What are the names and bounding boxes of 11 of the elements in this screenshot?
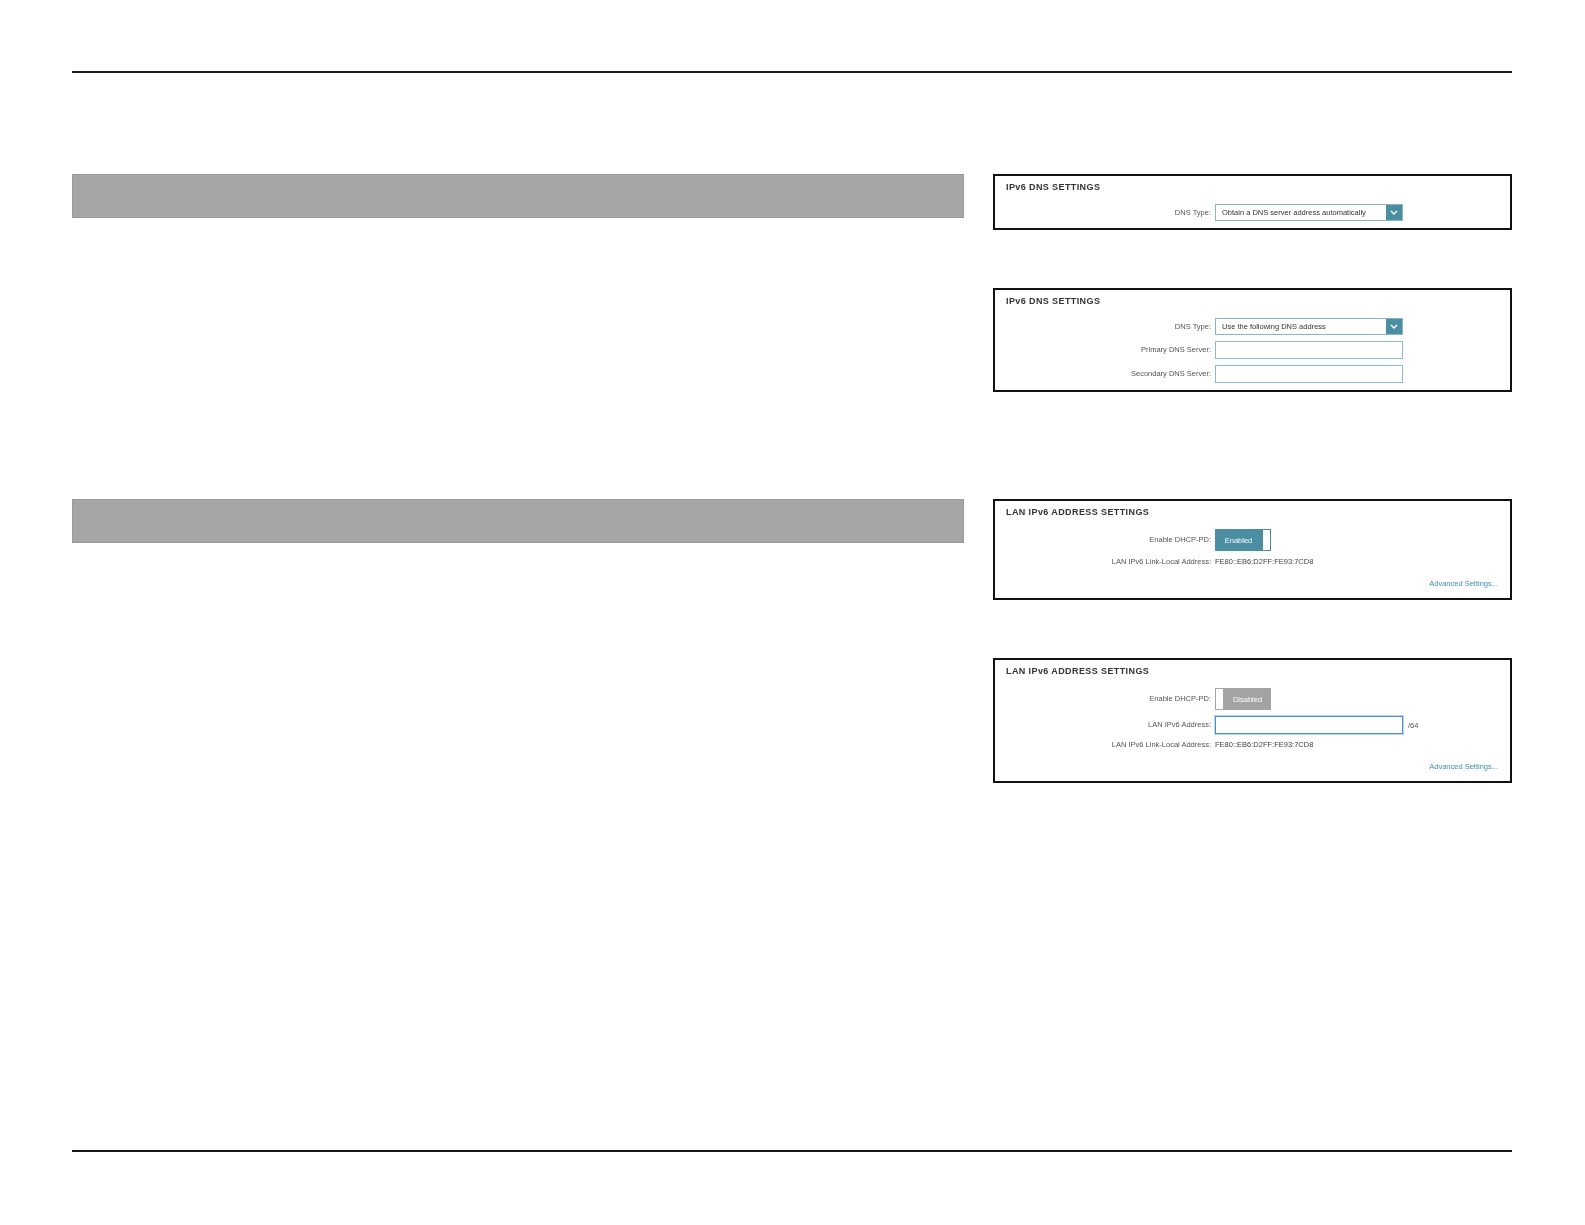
toggle-knob[interactable] bbox=[1262, 529, 1271, 551]
panel-title: IPv6 DNS SETTINGS bbox=[1006, 182, 1101, 193]
chevron-down-icon bbox=[1386, 319, 1402, 334]
input-field[interactable] bbox=[1215, 716, 1403, 734]
chevron-down-icon bbox=[1386, 205, 1402, 220]
toggle-knob[interactable] bbox=[1215, 688, 1224, 710]
input-field[interactable] bbox=[1215, 341, 1403, 359]
panel-title: LAN IPv6 ADDRESS SETTINGS bbox=[1006, 507, 1150, 518]
input-field[interactable] bbox=[1215, 365, 1403, 383]
panel-title: LAN IPv6 ADDRESS SETTINGS bbox=[1006, 666, 1150, 677]
panel-title: IPv6 DNS SETTINGS bbox=[1006, 296, 1101, 307]
